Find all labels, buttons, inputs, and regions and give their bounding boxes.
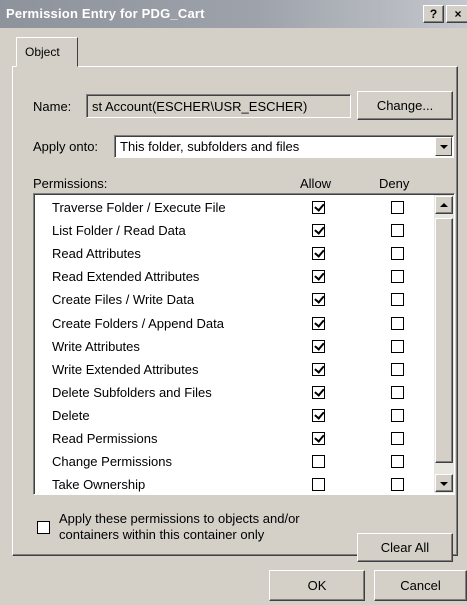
permission-row: Write Extended Attributes [34, 358, 436, 381]
permissions-list[interactable]: Traverse Folder / Execute File List Folde… [33, 193, 455, 495]
checkmark-icon [314, 270, 325, 282]
apply-to-children-label: Apply these permissions to objects and/o… [59, 511, 300, 542]
checkmark-icon [314, 201, 325, 212]
checkmark-icon [314, 362, 325, 374]
deny-checkbox[interactable] [391, 316, 404, 330]
allow-checkbox[interactable] [312, 478, 325, 492]
checkmark-icon [314, 339, 325, 351]
chevron-up-icon [440, 203, 448, 207]
deny-checkbox[interactable] [391, 224, 404, 238]
permission-name: Create Folders / Append Data [52, 315, 224, 331]
allow-checkbox[interactable] [312, 224, 325, 238]
apply-onto-value: This folder, subfolders and files [120, 139, 300, 154]
checkmark-icon [314, 432, 325, 443]
deny-checkbox[interactable] [391, 247, 404, 261]
checkmark-icon [314, 408, 325, 420]
permission-row: Delete [34, 404, 436, 427]
name-label: Name: [33, 99, 72, 114]
allow-checkbox[interactable] [312, 408, 325, 422]
close-icon: × [454, 7, 462, 21]
deny-checkbox[interactable] [391, 339, 404, 353]
allow-checkbox[interactable] [312, 316, 325, 330]
allow-checkbox[interactable] [312, 293, 325, 307]
permission-row: Change Permissions [34, 450, 436, 473]
name-field: st Account(ESCHER\USR_ESCHER) [86, 94, 351, 118]
chevron-down-icon [440, 145, 448, 149]
apply-onto-select[interactable]: This folder, subfolders and files [114, 135, 454, 158]
checkmark-icon [314, 224, 325, 235]
help-icon: ? [429, 7, 438, 21]
permission-name: Change Permissions [52, 454, 172, 470]
permission-row: Read Extended Attributes [34, 265, 436, 288]
tab-object[interactable]: Object [16, 37, 78, 67]
ok-button[interactable]: OK [269, 570, 365, 601]
checkmark-icon [314, 316, 325, 328]
allow-checkbox[interactable] [312, 247, 325, 261]
checkmark-icon [314, 385, 325, 397]
allow-header: Allow [300, 176, 332, 191]
permission-row: Create Files / Write Data [34, 288, 436, 311]
checkmark-icon [314, 293, 325, 305]
title-bar[interactable]: Permission Entry for PDG_Cart ? × [0, 0, 467, 28]
permission-row: List Folder / Read Data [34, 219, 436, 242]
allow-checkbox[interactable] [312, 385, 325, 399]
permission-entry-dialog: Permission Entry for PDG_Cart ? × Object… [0, 0, 467, 605]
deny-checkbox[interactable] [391, 201, 404, 214]
allow-checkbox[interactable] [312, 455, 325, 469]
cancel-button[interactable]: Cancel [374, 570, 467, 601]
permission-name: Write Extended Attributes [52, 361, 199, 377]
allow-checkbox[interactable] [312, 270, 325, 284]
deny-checkbox[interactable] [391, 362, 404, 376]
deny-checkbox[interactable] [391, 408, 404, 422]
permission-row: Read Permissions [34, 427, 436, 450]
allow-checkbox[interactable] [312, 339, 325, 353]
permission-name: Read Permissions [52, 431, 158, 446]
scroll-down-button[interactable] [435, 474, 453, 492]
close-button[interactable]: × [446, 5, 467, 23]
permission-name: Write Attributes [52, 338, 140, 354]
deny-checkbox[interactable] [391, 293, 404, 307]
deny-checkbox[interactable] [391, 478, 404, 492]
permission-row: Read Attributes [34, 242, 436, 265]
permission-row: Traverse Folder / Execute File [34, 196, 436, 219]
apply-to-children-checkbox[interactable] [37, 521, 50, 534]
permission-name: Read Attributes [52, 246, 141, 262]
permission-name: Delete Subfolders and Files [52, 384, 212, 400]
permission-name: Take Ownership [52, 477, 146, 493]
permission-name: Traverse Folder / Execute File [52, 200, 226, 215]
allow-checkbox[interactable] [312, 362, 325, 376]
deny-checkbox[interactable] [391, 455, 404, 469]
tab-object-label: Object [25, 45, 60, 59]
clear-all-button[interactable]: Clear All [357, 533, 453, 562]
name-value: st Account(ESCHER\USR_ESCHER) [92, 99, 308, 114]
allow-checkbox[interactable] [312, 201, 325, 214]
permission-name: Delete [52, 407, 90, 423]
permission-row: Write Attributes [34, 335, 436, 358]
deny-checkbox[interactable] [391, 432, 404, 445]
apply-onto-label: Apply onto: [33, 139, 99, 154]
permission-name: List Folder / Read Data [52, 223, 186, 239]
deny-checkbox[interactable] [391, 270, 404, 284]
apply-onto-dropdown-button[interactable] [435, 137, 452, 156]
permission-row: Take Ownership [34, 473, 436, 494]
permission-row: Create Folders / Append Data [34, 312, 436, 335]
scroll-thumb[interactable] [435, 218, 453, 463]
scroll-up-button[interactable] [435, 196, 453, 214]
chevron-down-icon [440, 482, 448, 486]
checkmark-icon [314, 247, 325, 258]
permissions-scrollbar[interactable] [434, 195, 454, 493]
permission-name: Create Files / Write Data [52, 292, 195, 308]
allow-checkbox[interactable] [312, 432, 325, 445]
permission-name: Read Extended Attributes [52, 269, 200, 285]
permissions-label: Permissions: [33, 176, 108, 191]
help-button[interactable]: ? [423, 5, 444, 23]
change-button[interactable]: Change... [357, 91, 453, 120]
window-title: Permission Entry for PDG_Cart [6, 6, 205, 21]
permission-row: Delete Subfolders and Files [34, 381, 436, 404]
deny-checkbox[interactable] [391, 385, 404, 399]
deny-header: Deny [379, 176, 410, 191]
